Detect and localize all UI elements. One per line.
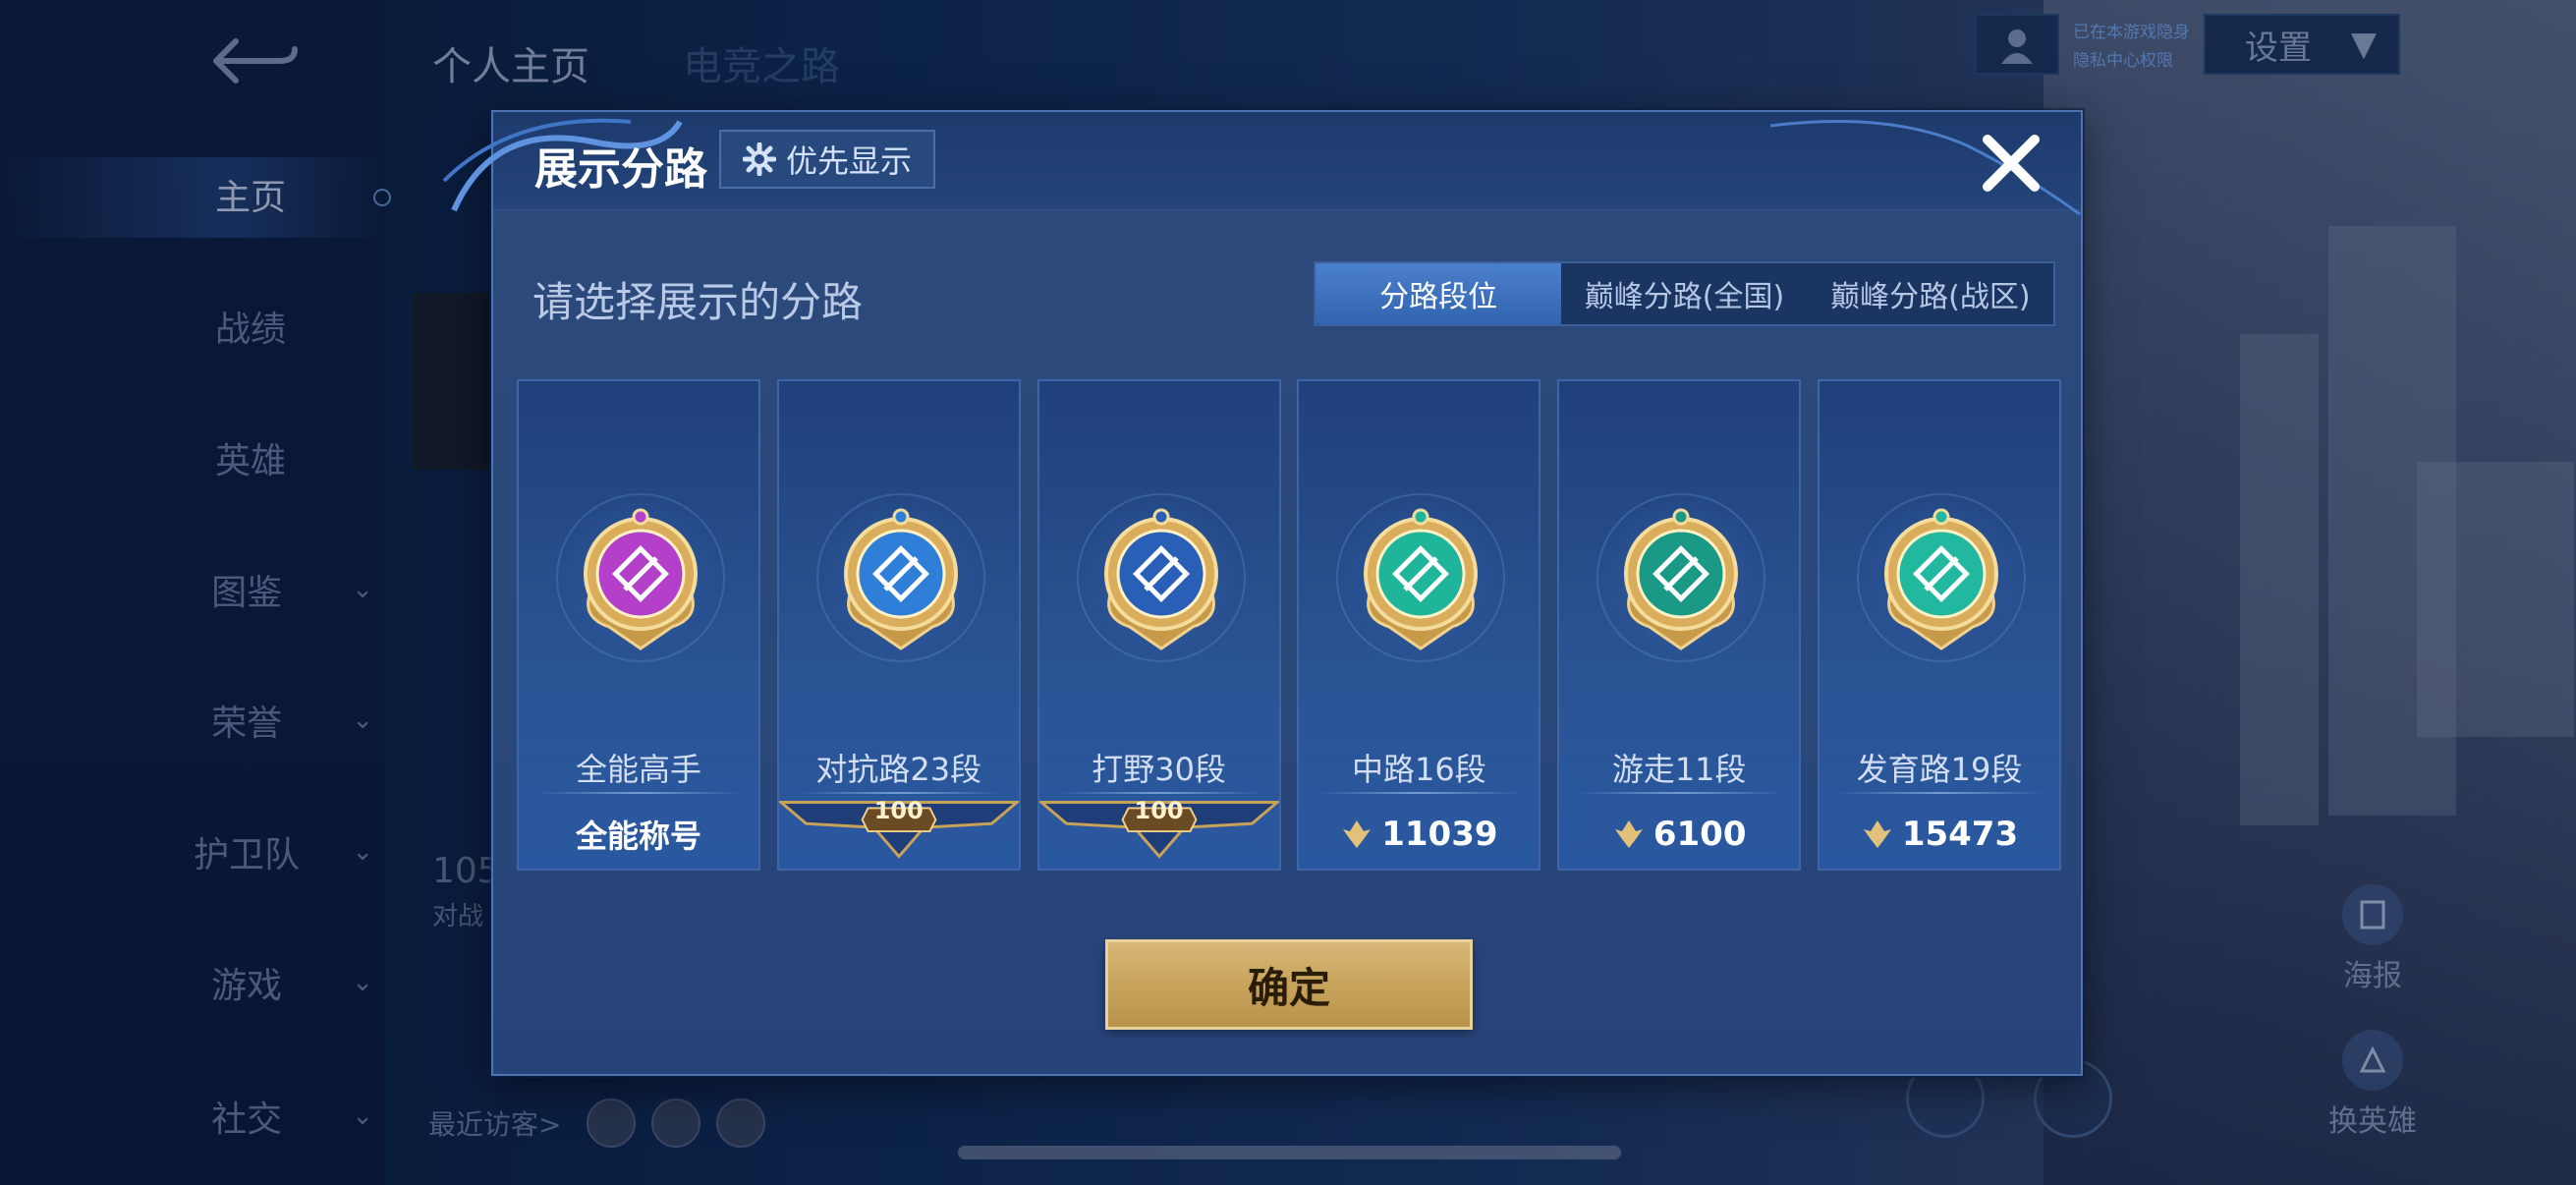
select-prompt: 请选择展示的分路	[532, 278, 864, 326]
route-badge-icon	[843, 508, 958, 650]
tab-peak-national[interactable]: 巅峰分路(全国)	[1561, 263, 1807, 324]
route-type-tabs: 分路段位 巅峰分路(全国) 巅峰分路(战区)	[1314, 261, 2055, 326]
close-icon[interactable]	[1972, 124, 2050, 202]
peak-points: 15473	[1820, 798, 2059, 871]
tab-route-rank[interactable]: 分路段位	[1316, 263, 1562, 324]
tab-peak-region[interactable]: 巅峰分路(战区)	[1808, 263, 2053, 324]
modal-header: 展示分路 优先显示	[442, 112, 2081, 216]
gear-icon	[743, 142, 776, 176]
peak-points-icon	[1343, 820, 1372, 848]
priority-display-label: 优先显示	[786, 142, 913, 180]
peak-points-value: 6100	[1652, 815, 1747, 854]
peak-points: 6100	[1559, 798, 1799, 871]
confirm-button[interactable]: 确定	[1105, 939, 1473, 1030]
card-divider	[536, 792, 743, 794]
route-badge-icon	[1364, 508, 1479, 650]
route-rank-label: 打野30段	[1092, 751, 1226, 788]
peak-points-icon	[1614, 820, 1643, 848]
card-divider	[1836, 792, 2044, 794]
route-card-all-round[interactable]: 全能高手 全能称号	[517, 379, 760, 871]
rank-star-count: 100	[1134, 797, 1184, 824]
rank-star-count: 100	[873, 797, 924, 824]
card-divider	[1577, 792, 1784, 794]
route-badge-icon	[1624, 508, 1739, 650]
route-rank-label: 全能高手	[575, 751, 701, 788]
route-cards: 全能高手 全能称号 对抗路23段 100 打野30段 100 中路16段 11039 游走11段…	[517, 379, 2061, 871]
route-rank-label: 中路16段	[1352, 751, 1486, 788]
route-badge-icon	[1883, 508, 1998, 650]
peak-points-value: 15473	[1901, 815, 2019, 854]
route-card-roam[interactable]: 游走11段 6100	[1557, 379, 1802, 871]
route-display-modal: 展示分路 优先显示 请选择展示的分路 分路段位 巅峰分路(全国) 巅峰分路(战区…	[442, 110, 2083, 1076]
route-rank-label: 游走11段	[1611, 751, 1747, 788]
card-divider	[1316, 792, 1524, 794]
route-card-clash-lane[interactable]: 对抗路23段 100	[776, 379, 1021, 871]
modal-title: 展示分路	[534, 144, 707, 195]
route-badge-icon	[1103, 508, 1218, 650]
route-card-jungle[interactable]: 打野30段 100	[1036, 379, 1281, 871]
route-badge-icon	[584, 508, 698, 650]
peak-points-value: 11039	[1381, 815, 1498, 854]
peak-points: 11039	[1299, 798, 1539, 871]
route-card-farm-lane[interactable]: 发育路19段 15473	[1817, 379, 2061, 871]
route-card-mid-lane[interactable]: 中路16段 11039	[1297, 379, 1541, 871]
title-label: 全能称号	[575, 818, 701, 855]
priority-display-button[interactable]: 优先显示	[719, 130, 936, 189]
route-rank-label: 发育路19段	[1856, 751, 2023, 788]
peak-points-icon	[1863, 820, 1891, 848]
route-rank-label: 对抗路23段	[815, 751, 982, 788]
